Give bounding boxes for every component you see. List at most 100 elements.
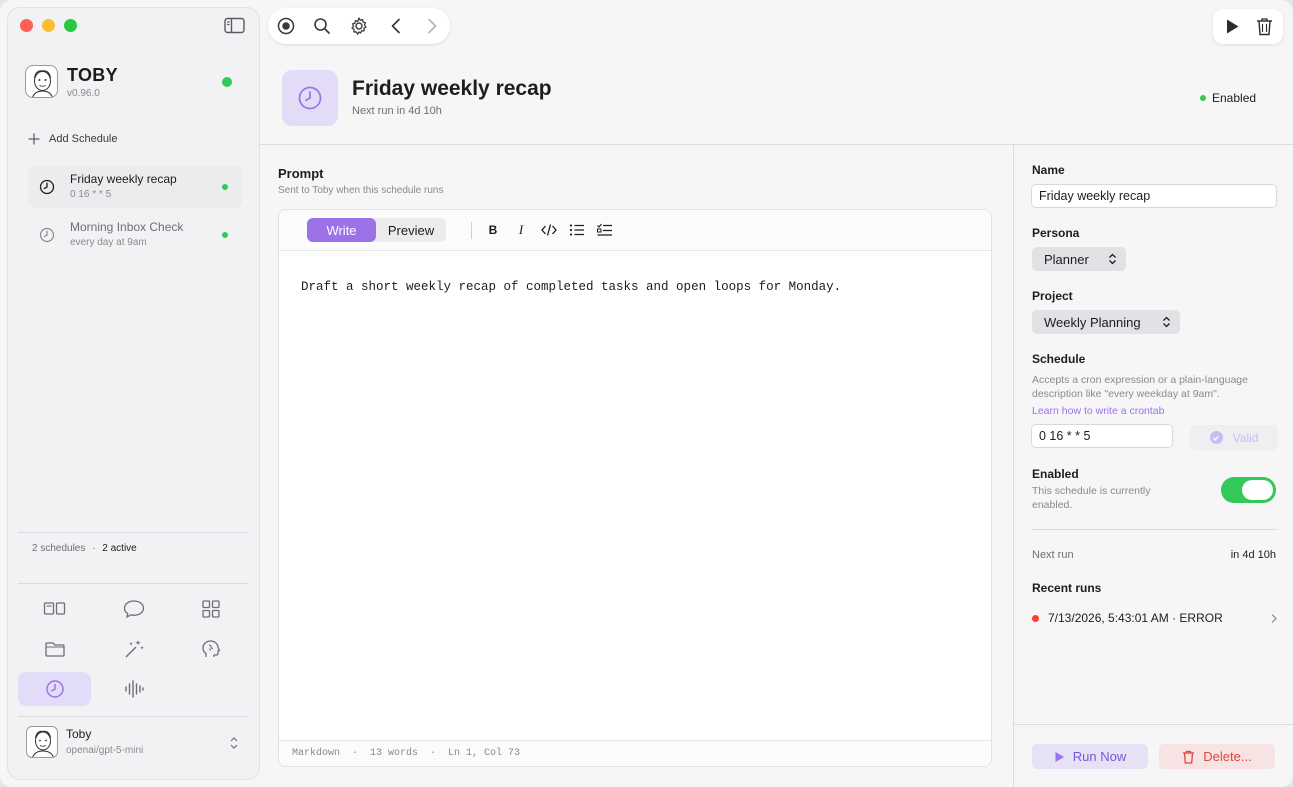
- bullet-list-icon[interactable]: [568, 221, 586, 239]
- play-icon[interactable]: [1224, 18, 1240, 35]
- nav-layout-button[interactable]: [18, 592, 91, 626]
- clock-icon: [39, 179, 55, 195]
- trash-icon: [1183, 750, 1195, 764]
- app-name: TOBY: [67, 65, 118, 85]
- back-arrow-icon[interactable]: [386, 16, 406, 36]
- schedule-title: Morning Inbox Check: [70, 220, 184, 234]
- folder-icon: [44, 642, 65, 657]
- schedule-item[interactable]: Morning Inbox Check every day at 9am: [28, 214, 242, 256]
- delete-button[interactable]: Delete...: [1159, 744, 1275, 769]
- app-version: v0.96.0: [67, 88, 100, 99]
- prompt-hint: Sent to Toby when this schedule runs: [278, 185, 444, 196]
- checklist-icon[interactable]: [596, 221, 614, 239]
- status-badge: Enabled: [1200, 91, 1256, 105]
- user-name: Toby: [66, 727, 92, 741]
- code-icon[interactable]: [540, 221, 558, 239]
- nav-chat-button[interactable]: [97, 592, 170, 626]
- user-switcher[interactable]: Toby openai/gpt-5-mini: [18, 716, 248, 772]
- schedule-title: Friday weekly recap: [70, 172, 177, 186]
- nav-schedules-button[interactable]: [18, 672, 91, 706]
- top-toolbar: [268, 8, 450, 44]
- layout-icon: [43, 602, 65, 615]
- project-label: Project: [1032, 289, 1073, 303]
- user-model: openai/gpt-5-mini: [66, 745, 144, 756]
- divider: [18, 532, 248, 533]
- minimize-window-button[interactable]: [42, 19, 55, 32]
- recent-run-text: 7/13/2026, 5:43:01 AM · ERROR: [1048, 611, 1223, 625]
- italic-button[interactable]: I: [512, 221, 530, 239]
- stats-separator: ·: [92, 543, 96, 554]
- nav-memory-button[interactable]: [174, 632, 247, 666]
- crontab-help-link[interactable]: Learn how to write a crontab: [1032, 405, 1165, 417]
- tab-write[interactable]: Write: [307, 218, 376, 242]
- status-dot: [1200, 95, 1206, 101]
- name-field[interactable]: Friday weekly recap: [1031, 184, 1277, 208]
- sidebar: TOBY v0.96.0 Add Schedule Friday weekly …: [8, 8, 259, 779]
- clock-icon: [45, 680, 64, 698]
- search-icon[interactable]: [312, 16, 332, 36]
- bold-button[interactable]: B: [484, 221, 502, 239]
- error-status-dot: [1032, 614, 1039, 622]
- prompt-label: Prompt: [278, 166, 324, 181]
- next-run-value: in 4d 10h: [1230, 549, 1276, 561]
- prompt-text-area[interactable]: Draft a short weekly recap of completed …: [301, 280, 841, 294]
- next-run-label: Next run: [1032, 549, 1074, 561]
- active-count: 2 active: [102, 543, 137, 554]
- app-window: TOBY v0.96.0 Add Schedule Friday weekly …: [0, 0, 1293, 787]
- schedule-status-dot: [222, 184, 228, 190]
- chevron-up-down-icon: [1109, 253, 1116, 265]
- schedule-item[interactable]: Friday weekly recap 0 16 * * 5: [28, 166, 242, 208]
- editor-toolbar: Write Preview B I: [279, 210, 991, 251]
- run-actions-toolbar: [1213, 9, 1283, 44]
- sidebar-toggle-icon[interactable]: [224, 17, 245, 34]
- persona-select[interactable]: Planner: [1032, 247, 1126, 271]
- next-run-row: Next run in 4d 10h: [1032, 549, 1276, 561]
- close-window-button[interactable]: [20, 19, 33, 32]
- zoom-window-button[interactable]: [64, 19, 77, 32]
- clock-icon: [298, 86, 322, 110]
- run-now-label: Run Now: [1072, 749, 1127, 764]
- record-icon[interactable]: [276, 16, 296, 36]
- schedule-header-icon: [282, 70, 338, 126]
- project-select[interactable]: Weekly Planning: [1032, 310, 1180, 334]
- nav-skills-button[interactable]: [97, 632, 170, 666]
- run-now-button[interactable]: Run Now: [1032, 744, 1148, 769]
- grid-icon: [201, 600, 220, 618]
- add-schedule-button[interactable]: Add Schedule: [28, 130, 118, 148]
- gear-icon[interactable]: [349, 16, 369, 36]
- recent-run-item[interactable]: 7/13/2026, 5:43:01 AM · ERROR: [1032, 608, 1278, 628]
- write-preview-toggle: Write Preview: [307, 218, 446, 242]
- nav-grid-button[interactable]: [174, 592, 247, 626]
- forward-arrow-icon[interactable]: [422, 16, 442, 36]
- footer-divider: [1014, 724, 1293, 725]
- nav-files-button[interactable]: [18, 632, 91, 666]
- magic-wand-icon: [125, 640, 144, 658]
- divider: [18, 583, 248, 584]
- valid-label: Valid: [1232, 430, 1259, 445]
- clock-icon: [39, 227, 55, 243]
- schedule-count: 2 schedules: [32, 543, 86, 554]
- chevron-up-down-icon: [1163, 316, 1170, 328]
- editor-status-bar: Markdown · 13 words · Ln 1, Col 73: [279, 740, 991, 766]
- prompt-editor: Write Preview B I Draft a short weekly r…: [278, 209, 992, 767]
- recent-runs-label: Recent runs: [1032, 581, 1102, 595]
- schedule-help-text: Accepts a cron expression or a plain-lan…: [1032, 374, 1248, 400]
- enabled-toggle[interactable]: [1221, 477, 1276, 503]
- page-title: Friday weekly recap: [352, 77, 552, 100]
- add-schedule-label: Add Schedule: [49, 133, 118, 145]
- persona-label: Persona: [1032, 226, 1080, 240]
- schedule-stats: 2 schedules · 2 active: [32, 543, 137, 554]
- chat-icon: [123, 600, 144, 619]
- chevron-right-icon: [1271, 614, 1277, 623]
- trash-icon[interactable]: [1256, 17, 1273, 36]
- valid-button[interactable]: Valid: [1190, 425, 1278, 450]
- waveform-icon: [124, 680, 144, 698]
- enabled-label: Enabled: [1032, 467, 1079, 481]
- nav-voice-button[interactable]: [97, 672, 170, 706]
- avatar: [26, 726, 58, 758]
- tab-preview[interactable]: Preview: [376, 218, 446, 242]
- enabled-help-text: This schedule is currently enabled.: [1032, 485, 1151, 511]
- brain-icon: [201, 640, 220, 657]
- schedule-cron-field[interactable]: 0 16 * * 5: [1031, 424, 1173, 448]
- connection-status-dot: [222, 77, 232, 87]
